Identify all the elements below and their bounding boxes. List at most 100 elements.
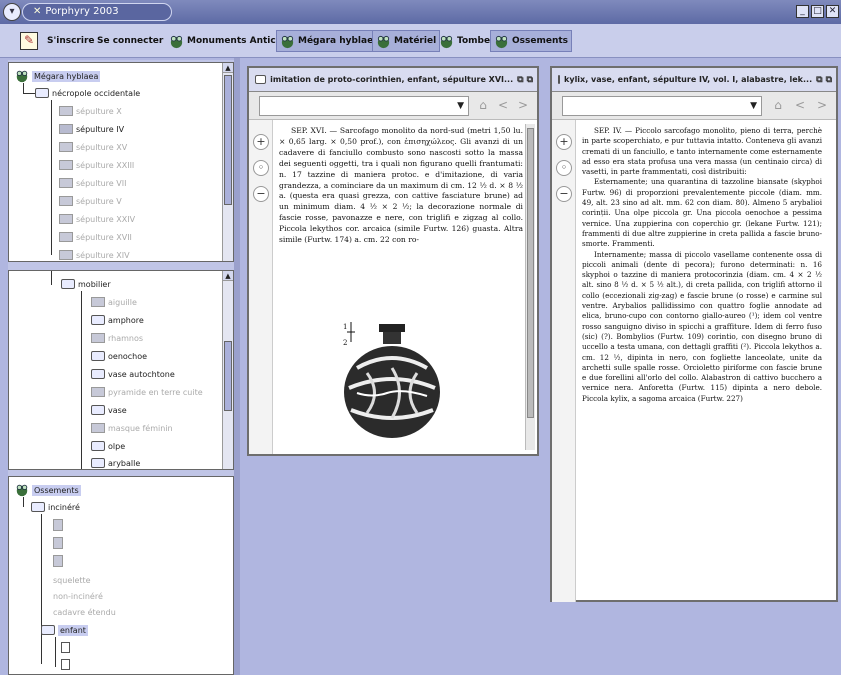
x-icon: ✕ [33,6,42,17]
zoom-out-icon[interactable]: − [556,186,572,202]
restore-icon[interactable]: ⧉ [816,75,822,85]
tree-root-megara[interactable]: Mégara hyblaea [15,69,101,83]
back-icon[interactable]: < [493,96,513,116]
document-nav-bar: ▼ ⌂ < > [552,92,836,120]
page-select[interactable]: ▼ [562,96,762,116]
maximize-icon[interactable]: □ [811,5,824,18]
folder-icon [31,502,45,512]
document-window-1-header[interactable]: imitation de proto-corinthien, enfant, s… [249,68,537,92]
tree-item-blank[interactable] [61,657,70,671]
document-icon [59,106,73,116]
document-window-2-title: kylix, vase, enfant, sépulture IV, vol. … [564,75,813,84]
tree-scrollbar[interactable]: ▲ [222,271,233,469]
minimize-icon[interactable]: _ [796,5,809,18]
splitter-handle[interactable] [234,58,240,675]
tree-item-sepulture-x[interactable]: sépulture X [59,104,122,118]
tree-item-vase[interactable]: vase [91,403,127,417]
maximize-icon[interactable]: ⧉ [527,75,533,85]
scrollbar-thumb[interactable] [224,75,232,205]
tab-materiel[interactable]: Matériel [372,30,441,52]
tree-item-oenochoe[interactable]: oenochoe [91,349,147,363]
edit-icon[interactable]: ✎ [20,32,38,50]
tree-item-sepulture-iv[interactable]: sépulture IV [59,122,124,136]
svg-text:1: 1 [343,323,347,331]
zoom-fit-icon[interactable]: ◦ [556,160,572,176]
document-scrollbar[interactable] [525,124,535,450]
tree-item-blank[interactable] [61,640,70,654]
tree-item-sepulture-xxiv[interactable]: sépulture XXIV [59,212,135,226]
login-button[interactable]: Se connecter [94,30,166,52]
tree-item-sepulture-xvii[interactable]: sépulture XVII [59,230,132,244]
tree-item-aiguille[interactable]: aiguille [91,295,137,309]
tree-line [55,637,56,667]
tree-node-enfant[interactable]: enfant [41,623,88,637]
scrollbar-thumb[interactable] [527,128,534,418]
menu-icon[interactable]: ▾ [3,3,21,21]
tree-item-amphore[interactable]: amphore [91,313,144,327]
restore-icon[interactable]: ⧉ [517,75,523,85]
tree-item-sepulture-vii[interactable]: sépulture VII [59,176,126,190]
tree-item-rhamnos[interactable]: rhamnos [91,331,143,345]
tree-item-sepulture-xv[interactable]: sépulture XV [59,140,127,154]
maximize-icon[interactable]: ⧉ [826,75,832,85]
tree-item-aryballe[interactable]: aryballe [91,456,140,469]
tree-node-mobilier[interactable]: mobilier [61,277,111,291]
document-icon [59,142,73,152]
tab-monuments-antichi[interactable]: Monuments Antichi [166,30,288,52]
folder-icon [61,279,75,289]
tree-item-sepulture-v[interactable]: sépulture V [59,194,122,208]
document-icon [59,196,73,206]
zoom-in-icon[interactable]: + [556,134,572,150]
window-controls: ⧉ ⧉ [816,75,832,85]
tree-item-squelette[interactable]: squelette [53,573,91,587]
page-select[interactable]: ▼ [259,96,469,116]
folder-icon [35,88,49,98]
tree-item-label: pyramide en terre cuite [108,387,203,397]
scrollbar-thumb[interactable] [224,341,232,411]
tree-item-vase-autochtone[interactable]: vase autochtone [91,367,175,381]
document-window-2-header[interactable]: kylix, vase, enfant, sépulture IV, vol. … [552,68,836,92]
tree-line [51,271,52,285]
tree-item-label: vase autochtone [108,369,175,379]
scroll-up-icon[interactable]: ▲ [223,271,233,281]
tree-node-necropole[interactable]: nécropole occidentale [35,86,140,100]
zoom-out-icon[interactable]: − [253,186,269,202]
forward-icon[interactable]: > [513,96,533,116]
home-icon[interactable]: ⌂ [473,96,493,116]
tree-item-masque-feminin[interactable]: masque féminin [91,421,173,435]
folder-icon [91,315,105,325]
chevron-down-icon: ▼ [750,101,757,111]
document-icon [53,537,63,549]
close-icon[interactable]: ✕ [826,5,839,18]
tree-node-incinere[interactable]: incinéré [31,500,80,514]
scroll-up-icon[interactable]: ▲ [223,63,233,73]
app-title-tab[interactable]: ✕ Porphyry 2003 [22,3,172,21]
tree-item-label: sépulture XIV [76,250,130,260]
tree-item-blank[interactable] [53,554,63,568]
tab-tombe[interactable]: Tombe [436,30,493,52]
tab-megara-hyblaea[interactable]: Mégara hyblaea [276,30,384,52]
document-icon [59,232,73,242]
forward-icon[interactable]: > [812,96,832,116]
tree-item-pyramide[interactable]: pyramide en terre cuite [91,385,203,399]
tree-frog-icon [495,35,508,48]
tree-item-olpe[interactable]: olpe [91,439,125,453]
tree-root-ossements[interactable]: Ossements [15,483,81,497]
tree-item-sepulture-xxiii[interactable]: sépulture XXIII [59,158,134,172]
tree-scrollbar[interactable]: ▲ [222,63,233,261]
zoom-fit-icon[interactable]: ◦ [253,160,269,176]
zoom-in-icon[interactable]: + [253,134,269,150]
document-icon [59,178,73,188]
tree-item-blank[interactable] [53,536,63,550]
home-icon[interactable]: ⌂ [768,96,788,116]
tab-ossements[interactable]: Ossements [490,30,573,52]
tree-item-non-incinere[interactable]: non-incinéré [53,589,103,603]
tree-panel-ossements: Ossements incinéré squelette non-incinér… [8,476,234,675]
tree-root-label: Ossements [32,484,81,496]
tree-item-sepulture-xiv[interactable]: sépulture XIV [59,248,130,261]
register-button[interactable]: S'inscrire [44,30,98,52]
tree-item-blank[interactable] [53,518,63,532]
back-icon[interactable]: < [790,96,810,116]
document-icon [59,250,73,260]
tree-item-cadavre-etendu[interactable]: cadavre étendu [53,605,116,619]
